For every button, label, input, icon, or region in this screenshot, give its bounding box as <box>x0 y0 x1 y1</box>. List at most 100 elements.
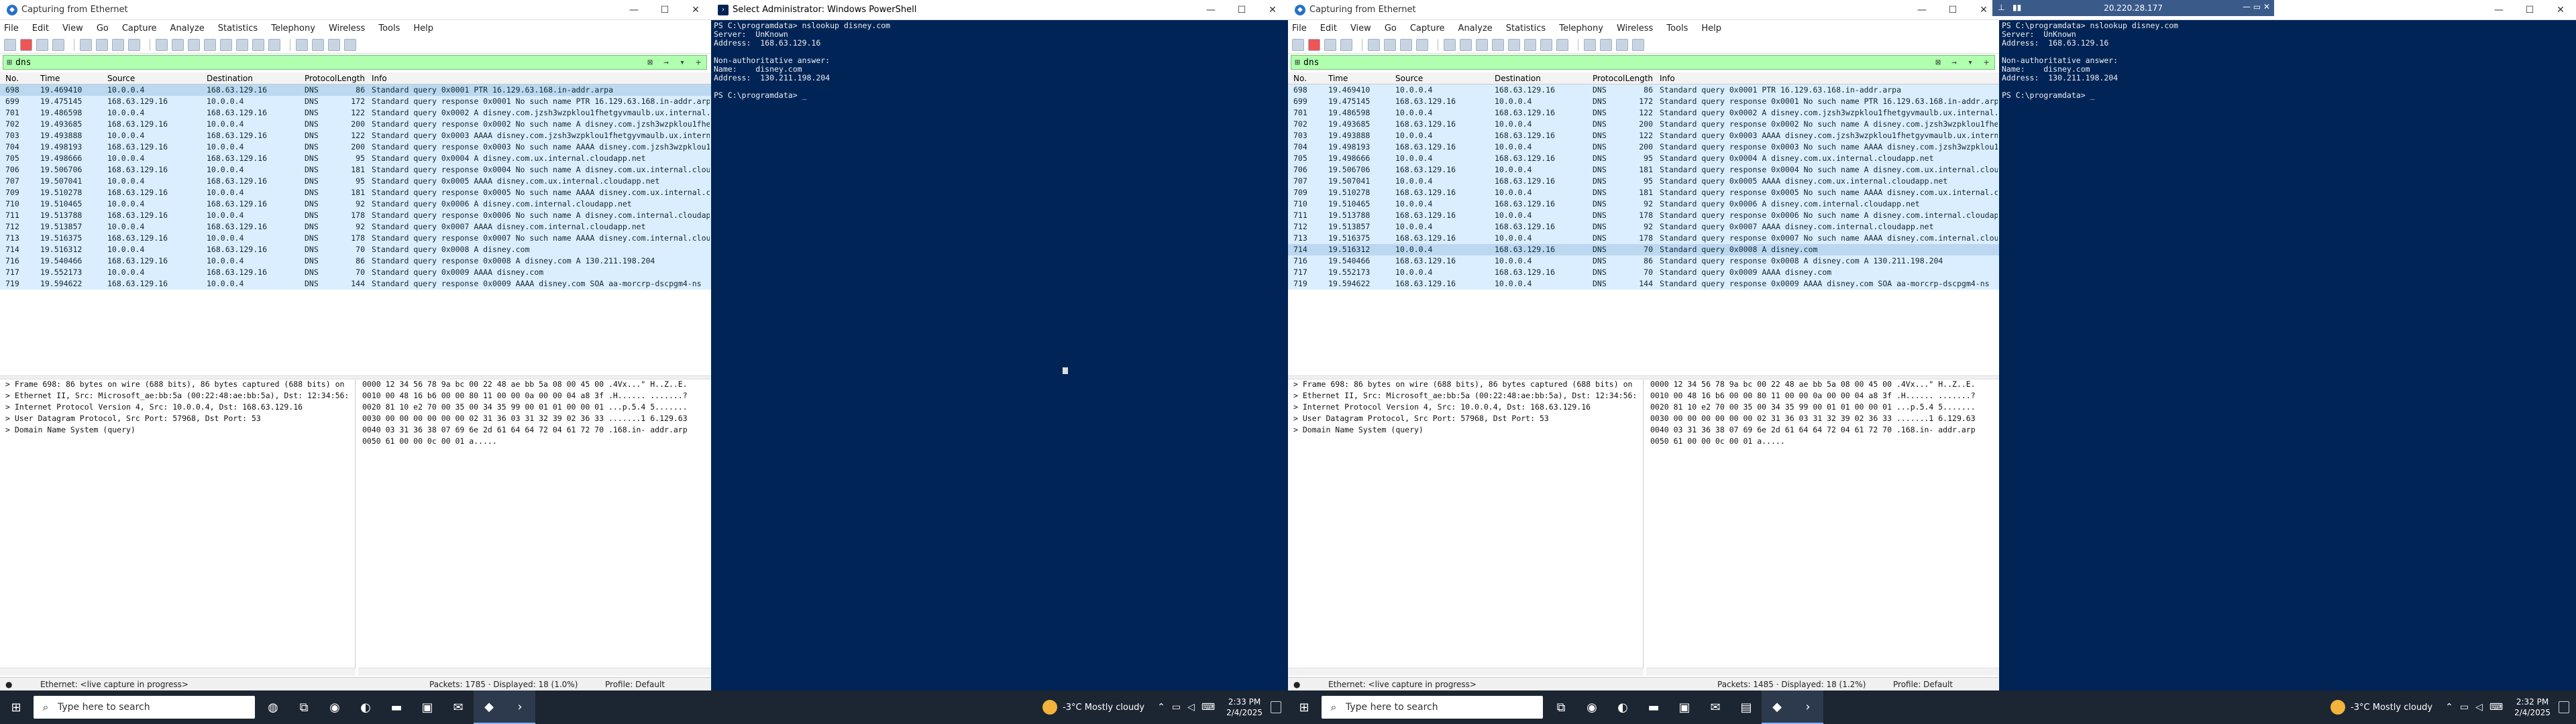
filter-history-icon[interactable]: ▾ <box>1962 58 1978 68</box>
find-packet-icon[interactable] <box>156 38 168 51</box>
menu-item[interactable]: Telephony <box>1559 23 1603 34</box>
file-explorer-icon[interactable]: ▬ <box>1638 690 1669 724</box>
powershell-taskbar-icon[interactable]: › <box>504 690 535 724</box>
cortana-icon[interactable]: ◍ <box>258 690 288 724</box>
table-row[interactable]: 698 19.469410 10.0.0.4 168.63.129.16 DNS 86 St… <box>0 84 711 96</box>
go-to-packet-icon[interactable] <box>204 38 216 51</box>
table-row[interactable]: 707 19.507041 10.0.0.4 168.63.129.16 DNS 95 St… <box>1288 176 1999 187</box>
details-scrollbar[interactable] <box>1288 668 1644 676</box>
windows-start-icon[interactable]: ⊞ <box>0 690 32 724</box>
autoscroll-icon[interactable] <box>1540 38 1552 51</box>
detail-line[interactable]: > User Datagram Protocol, Src Port: 5796… <box>0 414 355 425</box>
minimize-button[interactable]: — <box>619 0 649 20</box>
reload-icon[interactable] <box>128 38 140 51</box>
table-row[interactable]: 701 19.486598 10.0.0.4 168.63.129.16 DNS 122 S… <box>1288 107 1999 119</box>
pin-icon[interactable]: ⊥ <box>1998 3 2004 12</box>
taskbar-search-box[interactable]: ⌕ Type here to search <box>1322 696 1543 719</box>
table-row[interactable]: 717 19.552173 10.0.0.4 168.63.129.16 DNS 70 St… <box>1288 267 1999 278</box>
status-profile[interactable]: Profile: Default <box>1893 680 1953 689</box>
table-row[interactable]: 701 19.486598 10.0.0.4 168.63.129.16 DNS 122 S… <box>0 107 711 119</box>
bytes-scrollbar[interactable] <box>358 668 711 676</box>
menu-item[interactable]: Wireless <box>1617 23 1653 34</box>
chrome-icon[interactable]: ◉ <box>1576 690 1607 724</box>
taskbar-search-box[interactable]: ⌕ Type here to search <box>34 696 255 719</box>
capture-options-icon[interactable] <box>52 38 64 51</box>
wireshark-taskbar-icon[interactable]: ◆ <box>1762 690 1792 724</box>
task-view-icon[interactable]: ⧉ <box>288 690 319 724</box>
table-row[interactable]: 699 19.475145 168.63.129.16 10.0.0.4 DNS 172 S… <box>1288 96 1999 107</box>
windows-start-icon[interactable]: ⊞ <box>1288 690 1320 724</box>
go-to-packet-icon[interactable] <box>1492 38 1504 51</box>
reload-icon[interactable] <box>1416 38 1428 51</box>
open-file-icon[interactable] <box>1368 38 1380 51</box>
menu-item[interactable]: Go <box>1385 23 1397 34</box>
table-row[interactable]: 712 19.513857 10.0.0.4 168.63.129.16 DNS 92 St… <box>1288 221 1999 233</box>
resize-columns-icon[interactable] <box>344 38 356 51</box>
normal-size-icon[interactable] <box>328 38 340 51</box>
maximize-button[interactable]: ☐ <box>1226 0 1257 20</box>
col-time[interactable]: Time <box>1328 74 1393 83</box>
clear-filter-icon[interactable]: ⊠ <box>642 58 658 68</box>
last-packet-icon[interactable] <box>236 38 248 51</box>
table-row[interactable]: 711 19.513788 168.63.129.16 10.0.0.4 DNS 178 S… <box>0 210 711 221</box>
close-button[interactable]: ✕ <box>1257 0 1288 20</box>
table-row[interactable]: 698 19.469410 10.0.0.4 168.63.129.16 DNS 86 St… <box>1288 84 1999 96</box>
minimize-button[interactable]: — <box>1907 0 1937 20</box>
menu-item[interactable]: Edit <box>32 23 49 34</box>
col-length[interactable]: Length <box>335 74 365 83</box>
autoscroll-icon[interactable] <box>252 38 264 51</box>
table-row[interactable]: 710 19.510465 10.0.0.4 168.63.129.16 DNS 92 St… <box>0 198 711 210</box>
table-row[interactable]: 711 19.513788 168.63.129.16 10.0.0.4 DNS 178 S… <box>1288 210 1999 221</box>
details-scrollbar[interactable] <box>0 668 356 676</box>
table-row[interactable]: 714 19.516312 10.0.0.4 168.63.129.16 DNS 70 St… <box>1288 244 1999 255</box>
menu-item[interactable]: Help <box>413 23 433 34</box>
maximize-button[interactable]: ☐ <box>649 0 680 20</box>
taskbar-clock[interactable]: 2:32 PM 2/4/2025 <box>2514 697 2551 718</box>
table-row[interactable]: 707 19.507041 10.0.0.4 168.63.129.16 DNS 95 St… <box>0 176 711 187</box>
input-language-icon[interactable]: ⌨ <box>2489 702 2503 713</box>
start-capture-icon[interactable] <box>4 38 16 51</box>
col-source[interactable]: Source <box>107 74 205 83</box>
bookmark-icon[interactable]: ⊞ <box>3 58 15 68</box>
network-icon[interactable]: ▭ <box>2460 702 2469 713</box>
colorize-icon[interactable] <box>268 38 280 51</box>
col-no[interactable]: No. <box>5 74 39 83</box>
edge-icon[interactable]: ◐ <box>1607 690 1638 724</box>
table-row[interactable]: 714 19.516312 10.0.0.4 168.63.129.16 DNS 70 St… <box>0 244 711 255</box>
menu-item[interactable]: Help <box>1701 23 1721 34</box>
restart-capture-icon[interactable] <box>1324 38 1336 51</box>
maximize-button[interactable]: ☐ <box>1937 0 1968 20</box>
file-explorer-icon[interactable]: ▬ <box>381 690 412 724</box>
close-button[interactable]: ✕ <box>680 0 711 20</box>
wireshark-taskbar-icon[interactable]: ◆ <box>474 690 504 724</box>
table-row[interactable]: 719 19.594622 168.63.129.16 10.0.0.4 DNS 144 S… <box>1288 278 1999 290</box>
capture-options-icon[interactable] <box>1340 38 1352 51</box>
table-row[interactable]: 716 19.540466 168.63.129.16 10.0.0.4 DNS 86 St… <box>0 255 711 267</box>
maximize-button[interactable]: ☐ <box>2514 0 2545 20</box>
detail-line[interactable]: > User Datagram Protocol, Src Port: 5796… <box>1288 414 1643 425</box>
network-icon[interactable]: ▭ <box>1172 702 1181 713</box>
menu-item[interactable]: View <box>62 23 83 34</box>
colorize-icon[interactable] <box>1556 38 1568 51</box>
notification-icon[interactable] <box>2559 701 2569 713</box>
stop-capture-icon[interactable] <box>1308 38 1320 51</box>
apply-filter-icon[interactable]: → <box>658 58 674 68</box>
remote-desktop-icon[interactable]: ▤ <box>1731 690 1762 724</box>
first-packet-icon[interactable] <box>220 38 232 51</box>
table-row[interactable]: 705 19.498666 10.0.0.4 168.63.129.16 DNS 95 St… <box>0 153 711 164</box>
status-profile[interactable]: Profile: Default <box>605 680 665 689</box>
zoom-in-icon[interactable] <box>296 38 308 51</box>
add-filter-button-icon[interactable]: + <box>690 58 706 68</box>
table-row[interactable]: 704 19.498193 168.63.129.16 10.0.0.4 DNS 200 S… <box>0 141 711 153</box>
powershell-console[interactable]: PS C:\programdata> nslookup disney.com S… <box>2002 21 2573 690</box>
col-destination[interactable]: Destination <box>207 74 305 83</box>
table-row[interactable]: 709 19.510278 168.63.129.16 10.0.0.4 DNS 181 S… <box>1288 187 1999 198</box>
edge-icon[interactable]: ◐ <box>350 690 381 724</box>
menu-item[interactable]: Telephony <box>271 23 315 34</box>
table-row[interactable]: 719 19.594622 168.63.129.16 10.0.0.4 DNS 144 S… <box>0 278 711 290</box>
add-filter-button-icon[interactable]: + <box>1978 58 1994 68</box>
task-view-icon[interactable]: ⧉ <box>1546 690 1576 724</box>
menu-item[interactable]: Tools <box>1666 23 1688 34</box>
open-file-icon[interactable] <box>80 38 92 51</box>
filter-history-icon[interactable]: ▾ <box>674 58 690 68</box>
